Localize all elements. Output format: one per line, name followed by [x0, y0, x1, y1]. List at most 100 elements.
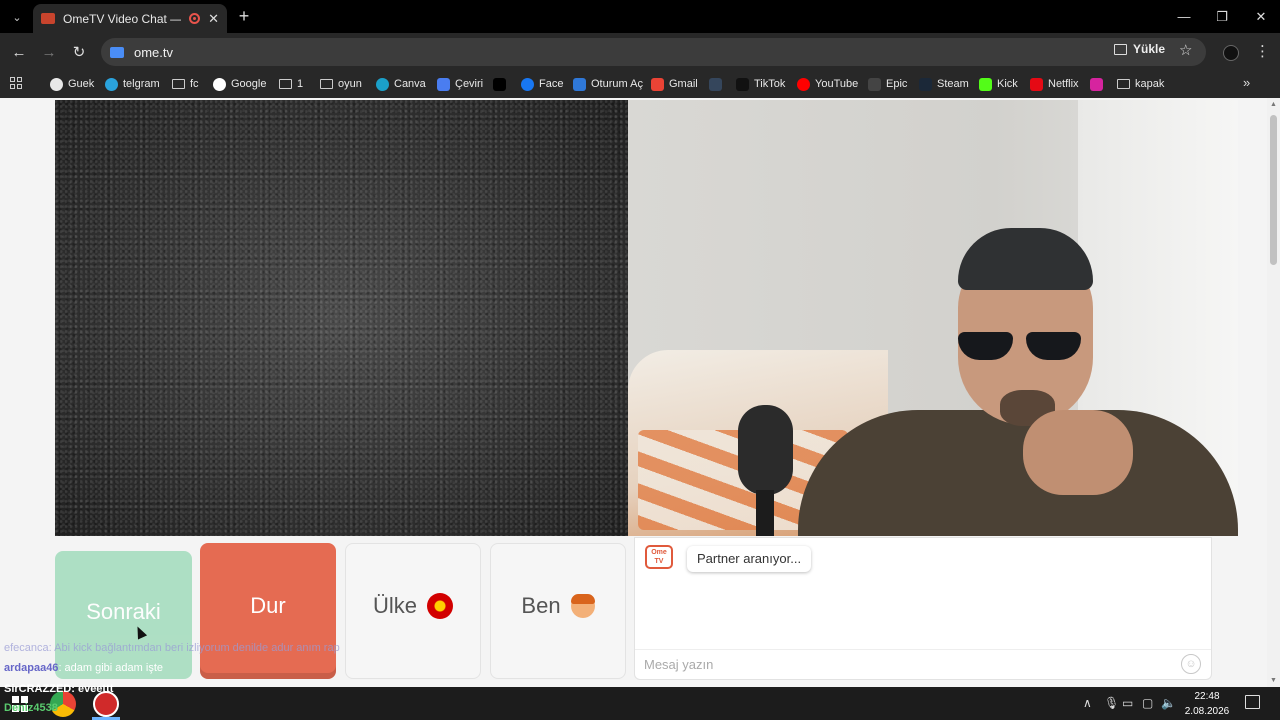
- notification-icon[interactable]: [1245, 695, 1260, 709]
- bookmarks-overflow-icon[interactable]: »: [1243, 75, 1250, 90]
- stream-chat-message: : eveettt: [71, 683, 114, 695]
- stream-chat-user: ardapaa46: [4, 662, 59, 674]
- bookmark-item[interactable]: [709, 74, 727, 94]
- bookmark-label: Oturum Aç: [591, 78, 643, 90]
- translate-icon: [437, 77, 450, 91]
- url-text: ome.tv: [134, 44, 174, 60]
- bookmark-label: Epic: [886, 78, 908, 90]
- ometv-favicon-icon: [41, 13, 55, 24]
- bookmark-item[interactable]: Canva: [376, 74, 426, 94]
- next-button[interactable]: Sonraki: [55, 551, 192, 679]
- chat-panel: Ome TV Partner aranıyor... Mesaj yazın ☺: [634, 537, 1212, 680]
- title-bar: ⌄ OmeTV Video Chat — Ome ✕ + — ❐ ✕: [0, 0, 1280, 33]
- camera-person-body: [798, 410, 1238, 536]
- bookmark-item[interactable]: Kick: [979, 74, 1018, 94]
- person-emoji-icon: [570, 594, 595, 618]
- bookmark-item[interactable]: Guek: [50, 74, 94, 94]
- site-info-icon[interactable]: [110, 46, 124, 58]
- forward-button[interactable]: →: [38, 41, 60, 63]
- bookmark-label: telgram: [123, 78, 160, 90]
- tab-title: OmeTV Video Chat — Ome: [63, 11, 182, 26]
- emoji-icon[interactable]: ☺: [1181, 654, 1201, 674]
- bookmark-item[interactable]: YouTube: [797, 74, 858, 94]
- bookmark-item[interactable]: Gmail: [651, 74, 698, 94]
- install-label: Yükle: [1133, 42, 1166, 56]
- bookmark-item[interactable]: Çeviri: [437, 74, 483, 94]
- folder-icon: [172, 79, 185, 89]
- country-label: Ülke: [372, 593, 417, 618]
- message-input[interactable]: Mesaj yazın: [635, 649, 1211, 679]
- partner-video-static: [55, 100, 628, 536]
- google-icon: [213, 77, 226, 91]
- flag-icon: [427, 593, 453, 619]
- bookmark-item[interactable]: kapak: [1117, 74, 1164, 94]
- bookmark-item[interactable]: TikTok: [736, 74, 785, 94]
- install-app-button[interactable]: Yükle: [1114, 42, 1165, 56]
- stop-label: Dur: [250, 593, 286, 618]
- browser-toolbar: ← → ↻ ome.tv Yükle ☆ ⋮: [0, 33, 1280, 71]
- me-button[interactable]: Ben: [490, 543, 626, 679]
- bookmark-label: Face: [539, 78, 564, 90]
- tab-search-icon[interactable]: ⌄: [6, 6, 28, 28]
- scroll-down-icon[interactable]: ▼: [1269, 677, 1278, 684]
- battery-icon[interactable]: ▭: [1122, 696, 1133, 710]
- country-button[interactable]: Ülke: [345, 543, 481, 679]
- bookmark-label: kapak: [1135, 78, 1165, 90]
- camera-person-cap: [958, 228, 1093, 290]
- bookmark-label: YouTube: [815, 78, 859, 90]
- profile-avatar[interactable]: [1223, 45, 1239, 61]
- bookmark-label: Guek: [68, 78, 95, 90]
- camera-microphone: [738, 405, 793, 495]
- bookmark-label: Google: [231, 78, 267, 90]
- apps-grid-icon[interactable]: [10, 77, 23, 90]
- bookmark-item[interactable]: [493, 74, 511, 94]
- steam-icon: [919, 77, 932, 91]
- bookmark-item[interactable]: Netflix: [1030, 74, 1079, 94]
- tab-close-icon[interactable]: ✕: [208, 11, 219, 27]
- network-icon[interactable]: ▢: [1142, 696, 1153, 710]
- bookmark-item[interactable]: fc: [172, 74, 199, 94]
- tumblr-icon: [709, 77, 722, 91]
- browser-menu-icon[interactable]: ⋮: [1255, 42, 1270, 60]
- minimize-button[interactable]: —: [1165, 0, 1203, 33]
- page-scrollbar[interactable]: ▲ ▼: [1267, 98, 1280, 687]
- bookmark-item[interactable]: 1: [279, 74, 303, 94]
- youtube-icon: [797, 77, 810, 91]
- tab-ometv[interactable]: OmeTV Video Chat — Ome ✕: [33, 4, 227, 33]
- bookmark-label: oyun: [338, 78, 362, 90]
- me-label: Ben: [521, 593, 561, 618]
- bookmark-label: Canva: [394, 78, 426, 90]
- bookmark-item[interactable]: Google: [213, 74, 266, 94]
- facebook-icon: [521, 77, 534, 91]
- netflix-icon: [1030, 77, 1043, 91]
- bookmark-item[interactable]: telgram: [105, 74, 160, 94]
- bookmark-item[interactable]: Epic: [868, 74, 907, 94]
- maximize-button[interactable]: ❐: [1203, 0, 1241, 33]
- volume-icon[interactable]: 🔈: [1161, 696, 1176, 710]
- clock-time: 22:48: [1194, 691, 1220, 702]
- globe-icon: [50, 77, 63, 91]
- recording-icon: [189, 13, 201, 24]
- bookmark-item[interactable]: Face: [521, 74, 563, 94]
- folder-icon: [1117, 79, 1130, 89]
- microphone-icon[interactable]: 🎙: [1104, 696, 1119, 710]
- scrollbar-thumb[interactable]: [1270, 115, 1277, 265]
- taskbar-clock[interactable]: 22:48 2.08.2026: [1180, 689, 1234, 719]
- stop-button[interactable]: Dur: [200, 543, 336, 679]
- tray-expand-icon[interactable]: ∧: [1083, 696, 1092, 710]
- reload-button[interactable]: ↻: [68, 41, 90, 63]
- new-tab-button[interactable]: +: [233, 5, 255, 27]
- bookmark-item[interactable]: [1090, 74, 1108, 94]
- bookmark-label: Kick: [997, 78, 1018, 90]
- bookmark-label: Steam: [937, 78, 969, 90]
- scroll-up-icon[interactable]: ▲: [1269, 101, 1278, 108]
- back-button[interactable]: ←: [8, 41, 30, 63]
- bookmark-star-icon[interactable]: ☆: [1179, 41, 1192, 59]
- bookmark-item[interactable]: oyun: [320, 74, 362, 94]
- stream-chat-line: efecanca: Abi kick bağlantımdan beri izl…: [4, 642, 340, 654]
- close-window-button[interactable]: ✕: [1242, 0, 1280, 33]
- bookmark-item[interactable]: Oturum Aç: [573, 74, 643, 94]
- bookmark-label: Gmail: [669, 78, 698, 90]
- address-bar[interactable]: ome.tv: [101, 38, 1206, 66]
- bookmark-item[interactable]: Steam: [919, 74, 969, 94]
